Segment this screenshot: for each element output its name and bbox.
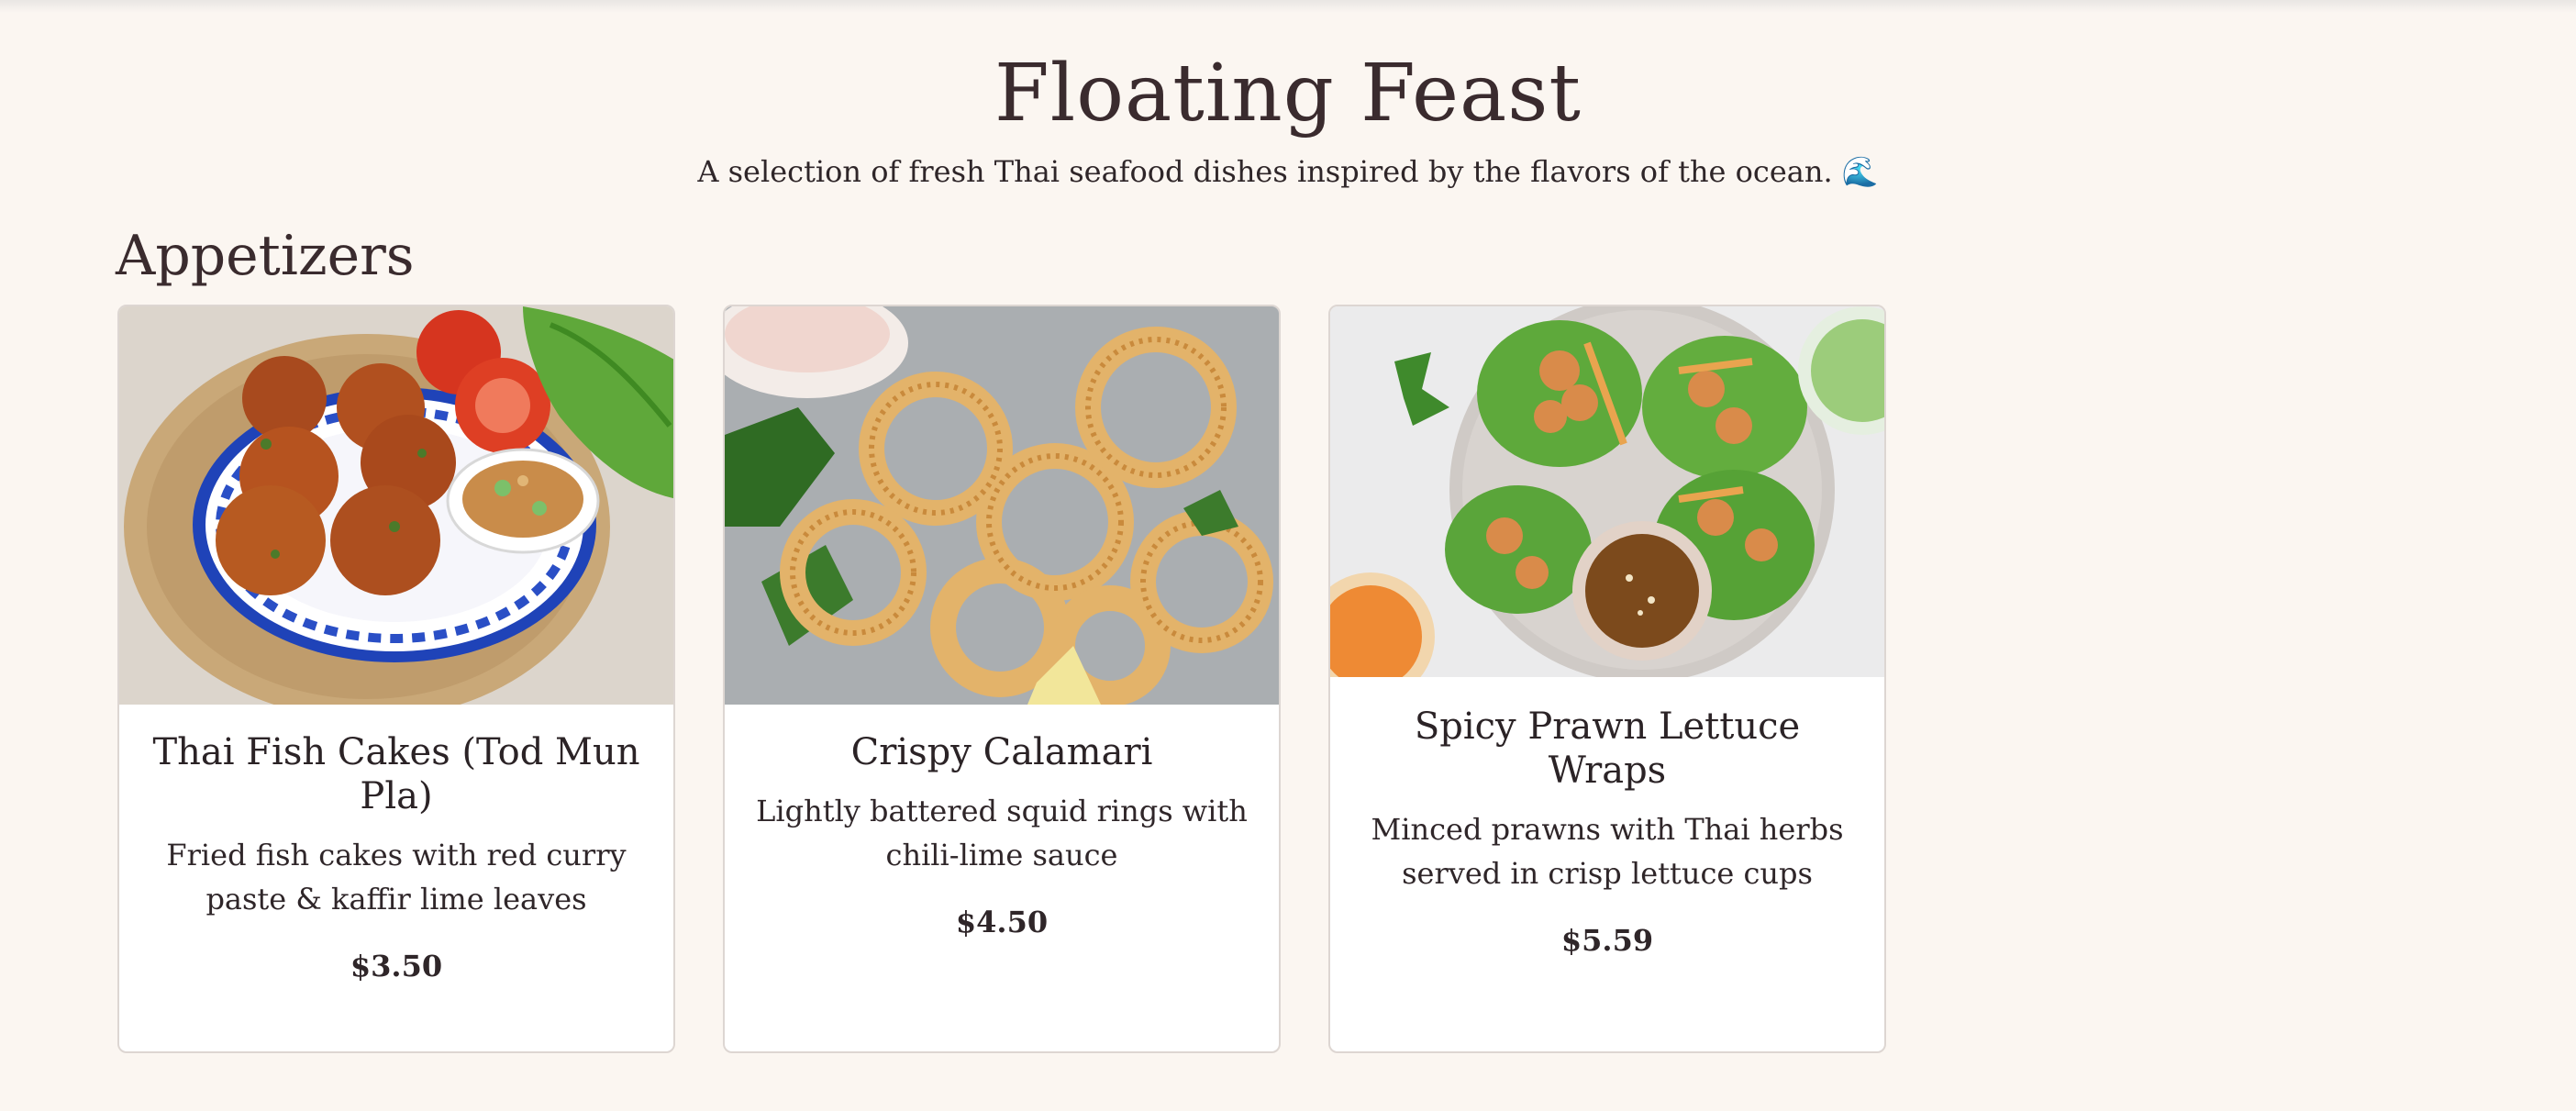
calamari-photo [725, 306, 1279, 705]
dish-description: Lightly battered squid rings with chili-… [756, 794, 1248, 872]
dish-description: Minced prawns with Thai herbs served in … [1371, 812, 1844, 891]
dish-price: $3.50 [350, 949, 443, 983]
dish-description: Fried fish cakes with red curry paste & … [166, 838, 627, 917]
dish-name: Spicy Prawn Lettuce Wraps [1414, 705, 1801, 792]
page-title: Floating Feast [994, 48, 1582, 139]
menu-card-fish-cakes[interactable]: Thai Fish Cakes (Tod Mun Pla) Fried fish… [117, 305, 675, 1053]
dish-price: $5.59 [1560, 923, 1654, 958]
section-title-appetizers: Appetizers [116, 224, 415, 288]
dish-price: $4.50 [955, 905, 1049, 939]
dish-name: Crispy Calamari [850, 731, 1153, 773]
menu-card-prawn-wraps[interactable]: Spicy Prawn Lettuce Wraps Minced prawns … [1328, 305, 1886, 1053]
dish-name: Thai Fish Cakes (Tod Mun Pla) [152, 731, 640, 817]
fish-cakes-photo [119, 306, 673, 705]
page-subtitle: A selection of fresh Thai seafood dishes… [697, 154, 1879, 189]
top-shadow [0, 0, 2576, 13]
prawn-wraps-photo [1330, 306, 1884, 677]
menu-card-calamari[interactable]: Crispy Calamari Lightly battered squid r… [723, 305, 1281, 1053]
